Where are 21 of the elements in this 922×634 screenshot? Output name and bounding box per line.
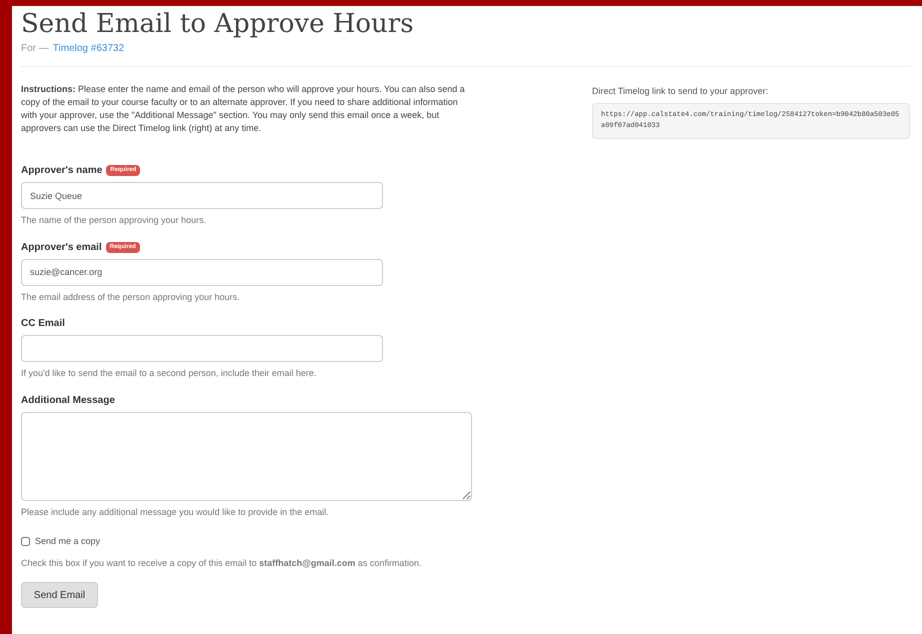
message-textarea[interactable] [21,412,472,500]
help-text: The email address of the person approving your hours. [21,290,241,304]
field-label: CC Email [21,317,65,331]
instructions-text: Instructions: Please enter the name and email of the person who will approve your hours. You can also send a copy of the email to your course faculty or to an alternate approver. If you need to share additional information with your approver, use the "Additional Message" section. You may only send this email once a week, but approvers can use the Direct Timelog link (right) at any time. [21,83,466,135]
input-field[interactable]: suzie@cancer.org [21,258,383,286]
input-field[interactable] [21,335,383,362]
send-email-button[interactable]: Send Email [21,582,98,608]
subtitle: For — [21,42,49,56]
help-text: If you'd like to send the email to a second person, include their email here. [21,367,318,380]
timelog-link[interactable]: Timelog #63732 [52,41,124,56]
help-text: Please include any additional message you would like to provide in the email. [21,506,330,519]
field-label: Approver's email [21,240,102,254]
field-label: Additional Message [21,394,115,408]
help-text: Check this box if you want to receive a copy of this email to staffhatch@gmail.com as confirmation. [21,556,422,570]
help-text: The name of the person approving your hours. [21,214,208,227]
direct-link-label: Direct Timelog link to send to your approver: [592,85,770,98]
checkbox-label: Send me a copy [35,535,100,548]
page-title: Send Email to Approve Hours [21,8,415,41]
send-copy-checkbox[interactable] [21,537,30,546]
input-field[interactable]: Suzie Queue [21,182,383,209]
field-label: Approver's name [21,164,102,178]
